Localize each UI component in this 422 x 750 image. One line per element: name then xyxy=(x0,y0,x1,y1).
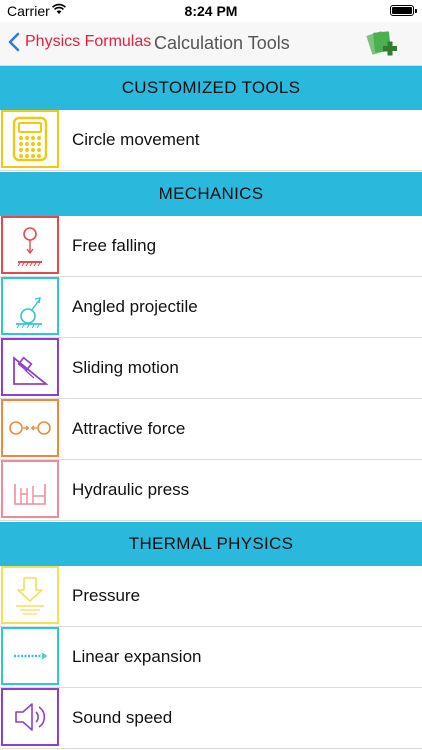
tool-row-sound-speed[interactable]: Sound speed xyxy=(0,688,422,749)
incline-icon xyxy=(1,338,59,396)
tool-row-attractive-force[interactable]: Attractive force xyxy=(0,399,422,460)
status-bar: Carrier 8:24 PM xyxy=(0,0,422,22)
tool-label: Angled projectile xyxy=(72,297,198,316)
section-header-mechanics: MECHANICS xyxy=(0,172,422,216)
linear-expansion-icon xyxy=(1,627,59,685)
hydraulic-press-icon xyxy=(1,460,59,518)
add-tool-icon[interactable] xyxy=(366,28,400,60)
tool-row-free-falling[interactable]: Free falling xyxy=(0,216,422,277)
tool-label: Hydraulic press xyxy=(72,480,190,499)
tool-label: Linear expansion xyxy=(72,647,202,666)
tool-label: Sound speed xyxy=(72,708,173,727)
clock: 8:24 PM xyxy=(184,3,238,19)
back-button-label: Physics Formulas xyxy=(25,33,152,50)
back-button[interactable]: Physics Formulas xyxy=(8,32,151,52)
tool-label: Attractive force xyxy=(72,419,186,438)
tool-row-pressure[interactable]: Pressure xyxy=(0,566,422,627)
navigation-bar: Physics Formulas Calculation Tools xyxy=(0,22,422,66)
chevron-left-icon xyxy=(8,32,20,52)
speaker-icon xyxy=(1,688,59,746)
calculator-icon xyxy=(1,110,59,168)
projectile-icon xyxy=(1,277,59,335)
section-header-customized-tools: CUSTOMIZED TOOLS xyxy=(0,66,422,110)
page-title: Calculation Tools xyxy=(154,33,290,53)
tool-row-sliding-motion[interactable]: Sliding motion xyxy=(0,338,422,399)
attraction-icon xyxy=(1,399,59,457)
tool-label: Sliding motion xyxy=(72,358,179,377)
tool-row-hydraulic-press[interactable]: Hydraulic press xyxy=(0,460,422,521)
tool-label: Free falling xyxy=(72,236,157,255)
tool-row-linear-expansion[interactable]: Linear expansion xyxy=(0,627,422,688)
tool-row-circle-movement[interactable]: Circle movement xyxy=(0,110,422,171)
tool-label: Pressure xyxy=(72,586,141,605)
tool-label: Circle movement xyxy=(72,130,200,149)
free-fall-icon xyxy=(1,216,59,274)
pressure-icon xyxy=(1,566,59,624)
section-header-thermal-physics: THERMAL PHYSICS xyxy=(0,522,422,566)
battery-icon xyxy=(390,5,417,16)
tool-row-angled-projectile[interactable]: Angled projectile xyxy=(0,277,422,338)
